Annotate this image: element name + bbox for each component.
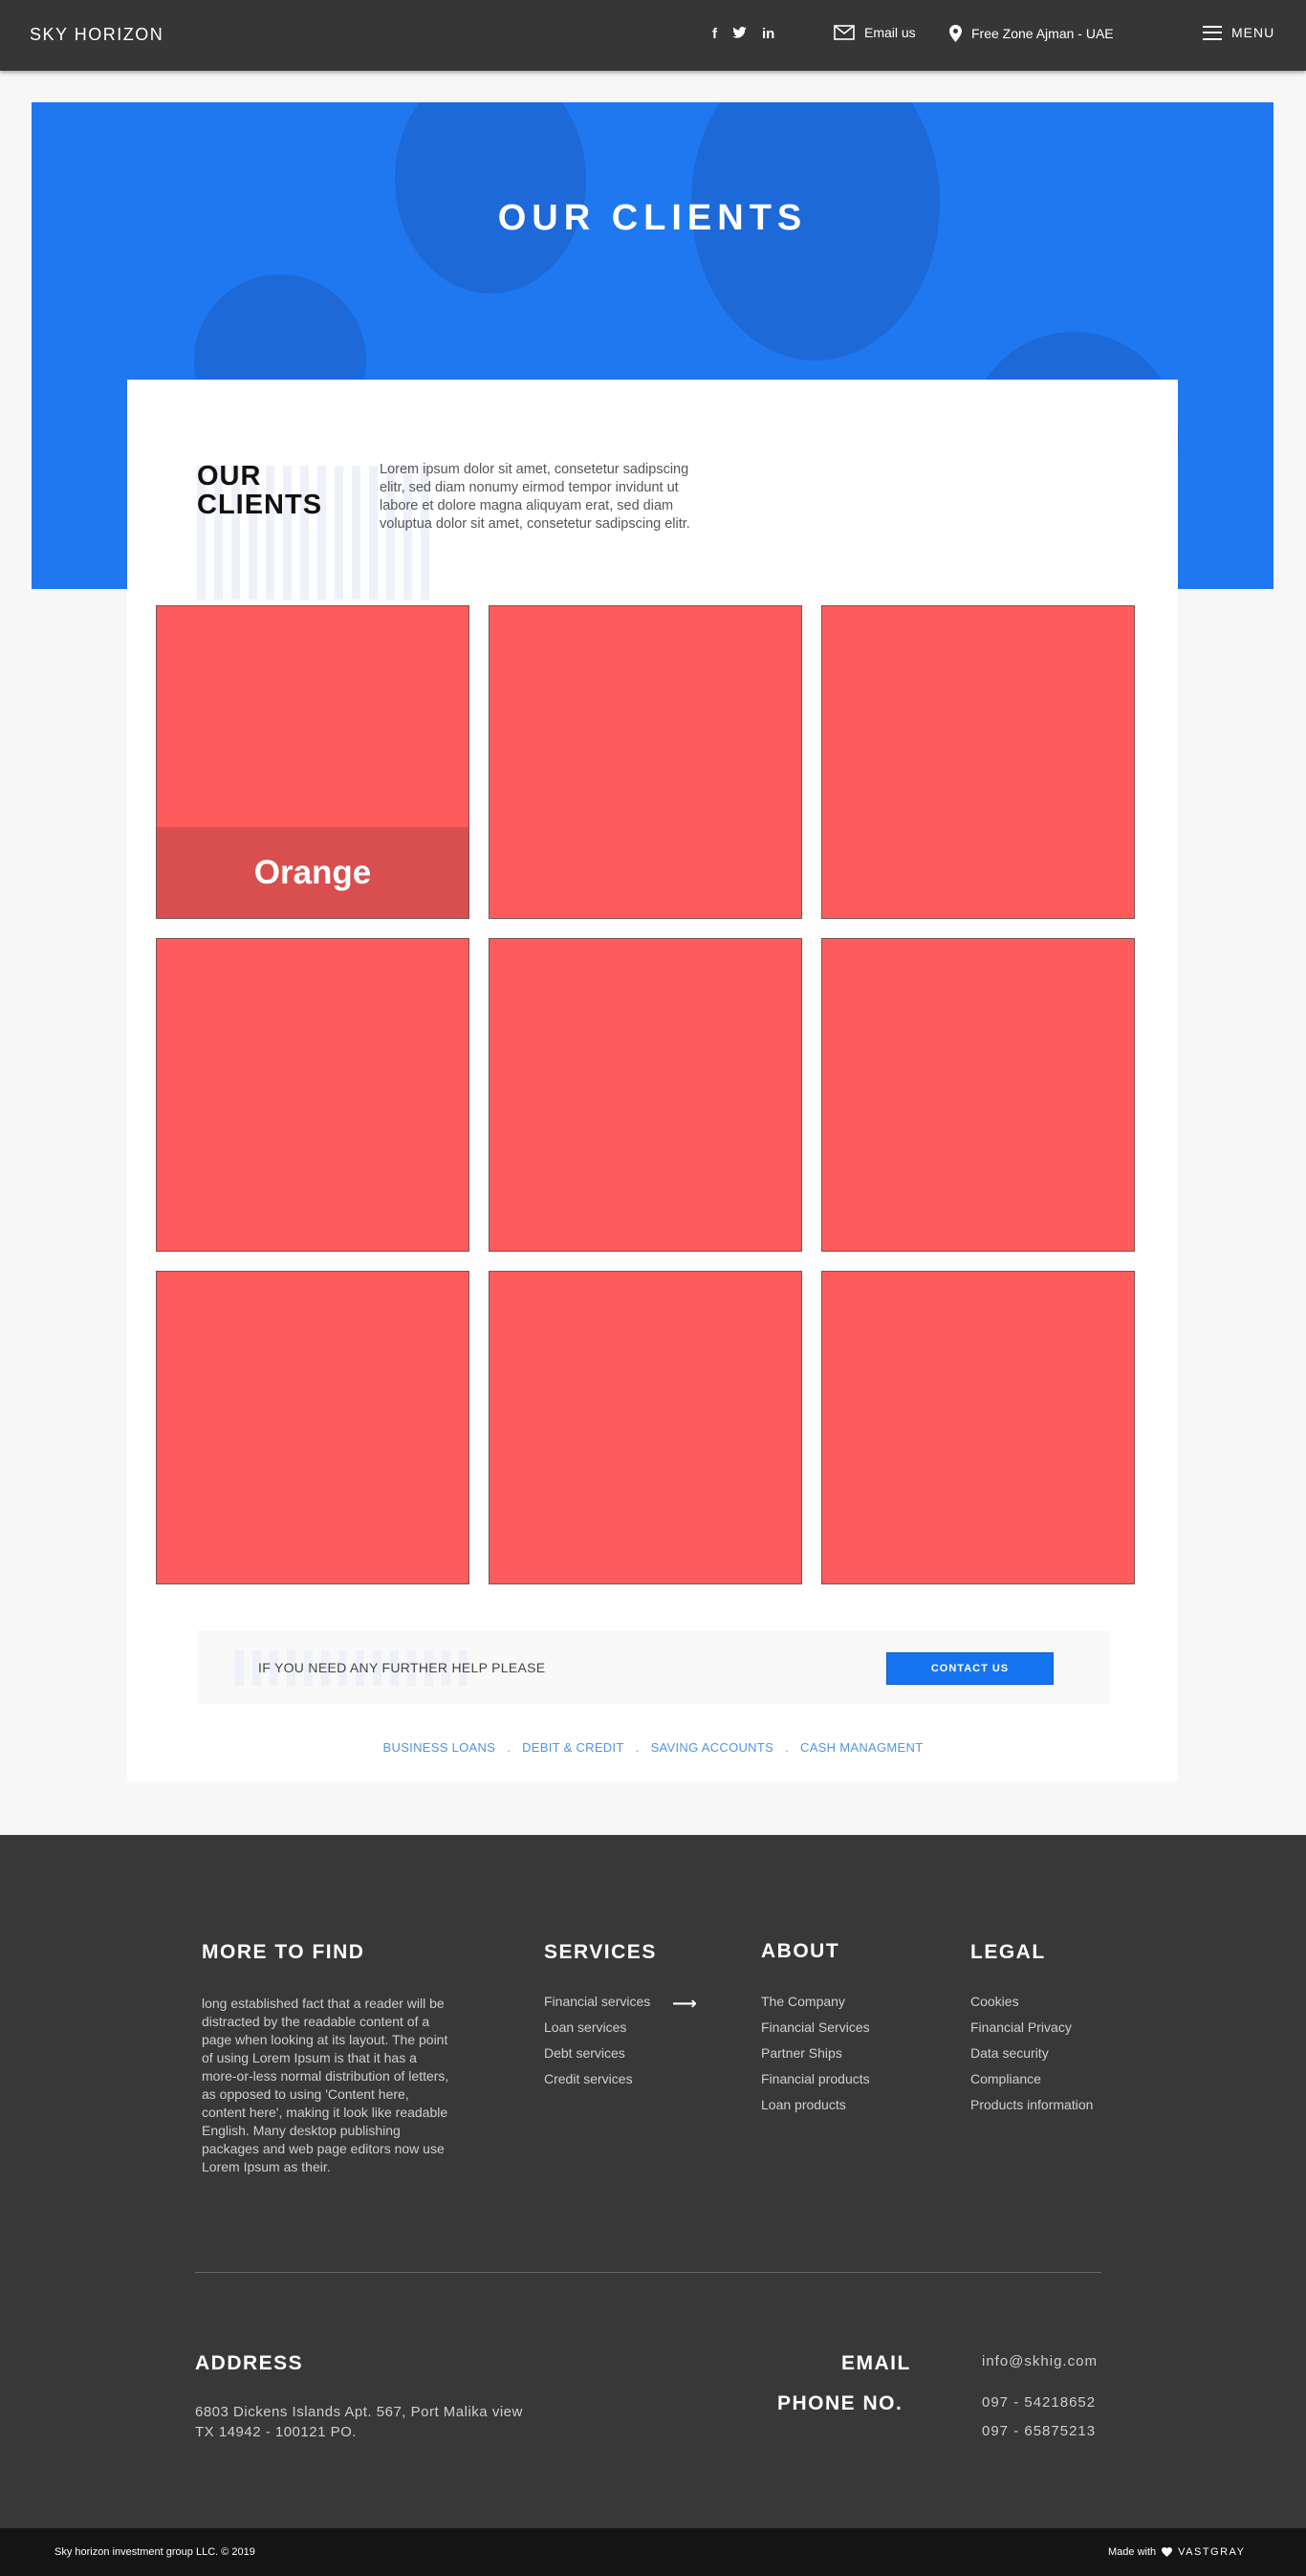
client-tile[interactable] [821, 938, 1135, 1252]
client-tile[interactable] [156, 938, 469, 1252]
client-tile[interactable] [489, 938, 802, 1252]
copyright-text: Sky horizon investment group LLC. © 2019 [54, 2546, 255, 2558]
client-tile[interactable] [821, 605, 1135, 919]
legal-list: Cookies Financial Privacy Data security … [970, 1994, 1093, 2123]
phone-value[interactable]: 097 - 54218652 [982, 2394, 1096, 2411]
help-text: IF YOU NEED ANY FURTHER HELP PLEASE [258, 1660, 546, 1675]
arrow-right-icon[interactable]: ⟶ [672, 1994, 697, 2014]
footer-divider [195, 2272, 1101, 2273]
section-title: OUR CLIENTS [197, 461, 323, 520]
location-pin-icon [949, 25, 962, 42]
legal-heading: LEGAL [970, 1941, 1046, 1963]
hamburger-icon [1203, 25, 1222, 40]
linkedin-icon[interactable]: in [762, 26, 774, 42]
client-tile[interactable]: Orange [156, 605, 469, 919]
service-link[interactable]: CASH MANAGMENT [800, 1740, 923, 1755]
site-logo[interactable]: SKY HORIZON [30, 25, 163, 45]
about-list: The Company Financial Services Partner S… [761, 1994, 870, 2123]
brand-link[interactable]: VASTGRAY [1178, 2546, 1245, 2558]
services-list: Financial services Loan services Debt se… [544, 1994, 650, 2097]
hero-title: OUR CLIENTS [497, 198, 808, 238]
mail-icon [834, 25, 855, 40]
twitter-icon[interactable] [732, 26, 747, 42]
email-value[interactable]: info@skhig.com [982, 2353, 1098, 2369]
footer-link[interactable]: Data security [970, 2045, 1093, 2071]
service-link[interactable]: DEBIT & CREDIT [522, 1740, 624, 1755]
service-link[interactable]: SAVING ACCOUNTS [651, 1740, 774, 1755]
heart-icon [1162, 2547, 1173, 2557]
about-heading: ABOUT [761, 1940, 840, 1962]
footer-link[interactable]: Financial Privacy [970, 2019, 1093, 2045]
email-heading: EMAIL [841, 2352, 911, 2374]
client-tile[interactable] [821, 1271, 1135, 1584]
phone-heading: PHONE NO. [777, 2392, 903, 2414]
client-caption: Orange [157, 827, 468, 918]
client-tile[interactable] [489, 605, 802, 919]
location-link[interactable]: Free Zone Ajman - UAE [949, 25, 1114, 42]
address-heading: ADDRESS [195, 2352, 304, 2374]
social-links: f in [712, 26, 774, 42]
footer-link[interactable]: Credit services [544, 2071, 650, 2097]
bottom-bar: Sky horizon investment group LLC. © 2019… [0, 2528, 1306, 2576]
client-tile[interactable] [489, 1271, 802, 1584]
footer-link[interactable]: Cookies [970, 1994, 1093, 2019]
footer-link[interactable]: Compliance [970, 2071, 1093, 2097]
footer-link[interactable]: Products information [970, 2097, 1093, 2123]
services-heading: SERVICES [544, 1941, 657, 1963]
email-link[interactable]: Email us [834, 25, 916, 40]
location-label: Free Zone Ajman - UAE [971, 26, 1114, 41]
footer-link[interactable]: Debt services [544, 2045, 650, 2071]
client-tile[interactable] [156, 1271, 469, 1584]
footer-link[interactable]: Loan services [544, 2019, 650, 2045]
facebook-icon[interactable]: f [712, 26, 717, 42]
service-links: BUSINESS LOANS . DEBIT & CREDIT . SAVING… [382, 1740, 924, 1755]
site-header: SKY HORIZON f in Email us Free Zone Ajma… [0, 0, 1306, 71]
footer-link[interactable]: Financial Services [761, 2019, 870, 2045]
footer-link[interactable]: Loan products [761, 2097, 870, 2123]
service-link[interactable]: BUSINESS LOANS [383, 1740, 496, 1755]
footer-link[interactable]: The Company [761, 1994, 870, 2019]
menu-label: MENU [1231, 25, 1275, 40]
section-description: Lorem ipsum dolor sit amet, consetetur s… [380, 462, 690, 532]
more-to-find-text: long established fact that a reader will… [202, 1996, 449, 2174]
footer-link[interactable]: Financial services [544, 1994, 650, 2019]
made-with: Made with VASTGRAY [1108, 2546, 1246, 2558]
more-to-find-heading: MORE TO FIND [202, 1941, 365, 1963]
contact-us-button[interactable]: CONTACT US [886, 1652, 1054, 1685]
footer-link[interactable]: Partner Ships [761, 2045, 870, 2071]
menu-button[interactable]: MENU [1203, 25, 1274, 40]
phone-value[interactable]: 097 - 65875213 [982, 2423, 1096, 2439]
address-text: 6803 Dickens Islands Apt. 567, Port Mali… [195, 2404, 523, 2440]
footer-link[interactable]: Financial products [761, 2071, 870, 2097]
email-label: Email us [864, 25, 916, 40]
